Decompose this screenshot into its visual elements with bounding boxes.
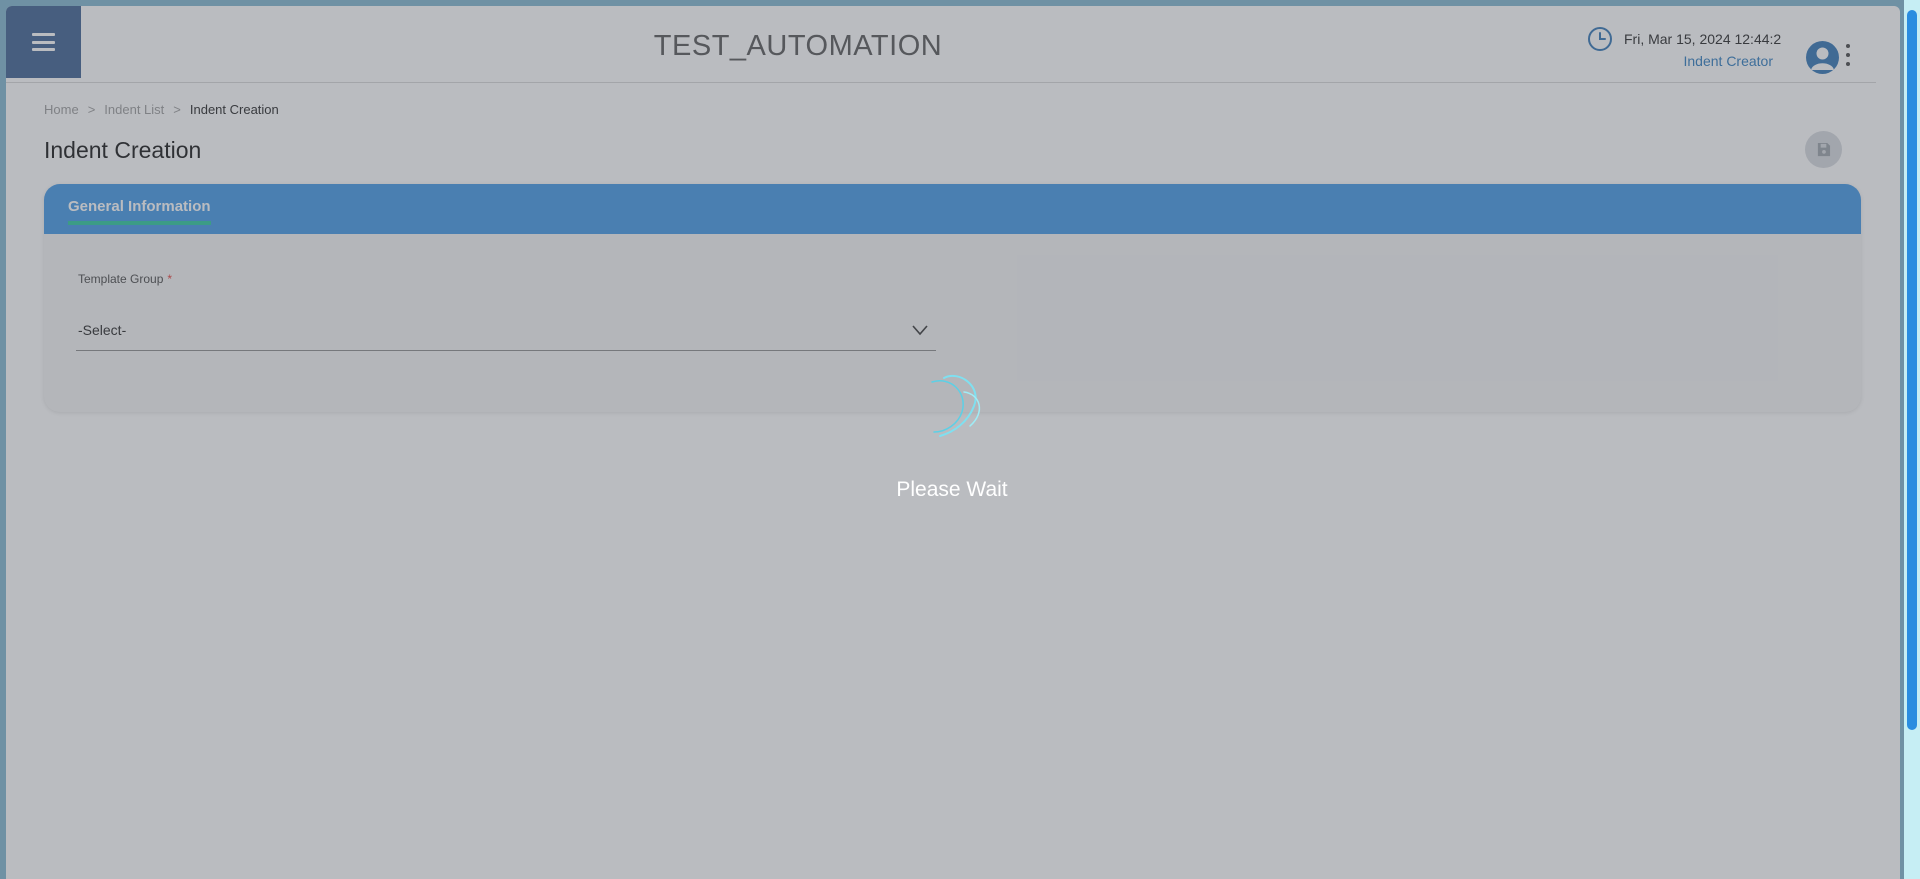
loading-overlay: Please Wait: [0, 0, 1904, 879]
loading-spinner-icon: [931, 375, 981, 437]
loading-message: Please Wait: [896, 478, 1008, 501]
scrollbar-thumb[interactable]: [1907, 10, 1917, 730]
vertical-scrollbar[interactable]: [1904, 0, 1920, 879]
